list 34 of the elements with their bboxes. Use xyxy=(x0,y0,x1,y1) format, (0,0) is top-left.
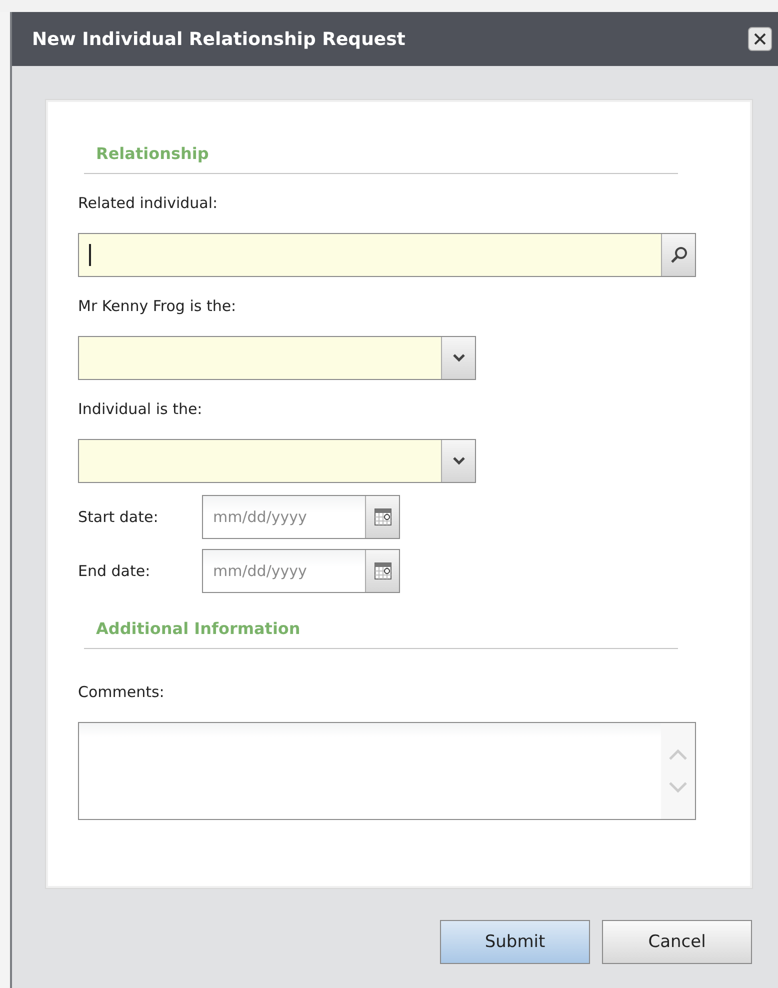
field-label: Comments: xyxy=(78,683,166,702)
close-icon xyxy=(753,32,767,46)
dropdown-button[interactable] xyxy=(441,440,475,482)
date-picker[interactable]: mm/dd/yyyy xyxy=(202,549,400,593)
field-label: Individual is the: xyxy=(78,400,204,419)
window-title: New Individual Relationship Request xyxy=(32,28,406,50)
chevron-down-icon xyxy=(452,353,466,363)
date-input[interactable]: mm/dd/yyyy xyxy=(203,496,365,538)
cancel-button[interactable]: Cancel xyxy=(602,920,752,964)
comments-field[interactable] xyxy=(78,722,696,820)
dropdown-field[interactable] xyxy=(78,336,476,380)
close-button[interactable] xyxy=(748,27,772,51)
scrollbar[interactable] xyxy=(661,723,695,819)
scroll-up-icon xyxy=(668,749,688,761)
field-label: Mr Kenny Frog is the: xyxy=(78,297,238,316)
scroll-down-icon xyxy=(668,781,688,793)
date-picker[interactable]: mm/dd/yyyy xyxy=(202,495,400,539)
dropdown-button[interactable] xyxy=(441,337,475,379)
calendar-button[interactable] xyxy=(365,496,399,538)
calendar-icon xyxy=(374,508,392,526)
field-label: Start date: xyxy=(78,508,160,526)
lookup-field[interactable] xyxy=(78,233,696,277)
chevron-down-icon xyxy=(452,456,466,466)
field-label: Related individual: xyxy=(78,194,219,213)
section-heading: Additional Information xyxy=(84,619,678,649)
submit-button[interactable]: Submit xyxy=(440,920,590,964)
section-heading: Relationship xyxy=(84,144,678,174)
calendar-button[interactable] xyxy=(365,550,399,592)
search-button[interactable] xyxy=(661,234,695,276)
date-input[interactable]: mm/dd/yyyy xyxy=(203,550,365,592)
calendar-icon xyxy=(374,562,392,580)
dropdown-field[interactable] xyxy=(78,439,476,483)
field-label: End date: xyxy=(78,562,152,580)
search-icon xyxy=(670,246,688,264)
